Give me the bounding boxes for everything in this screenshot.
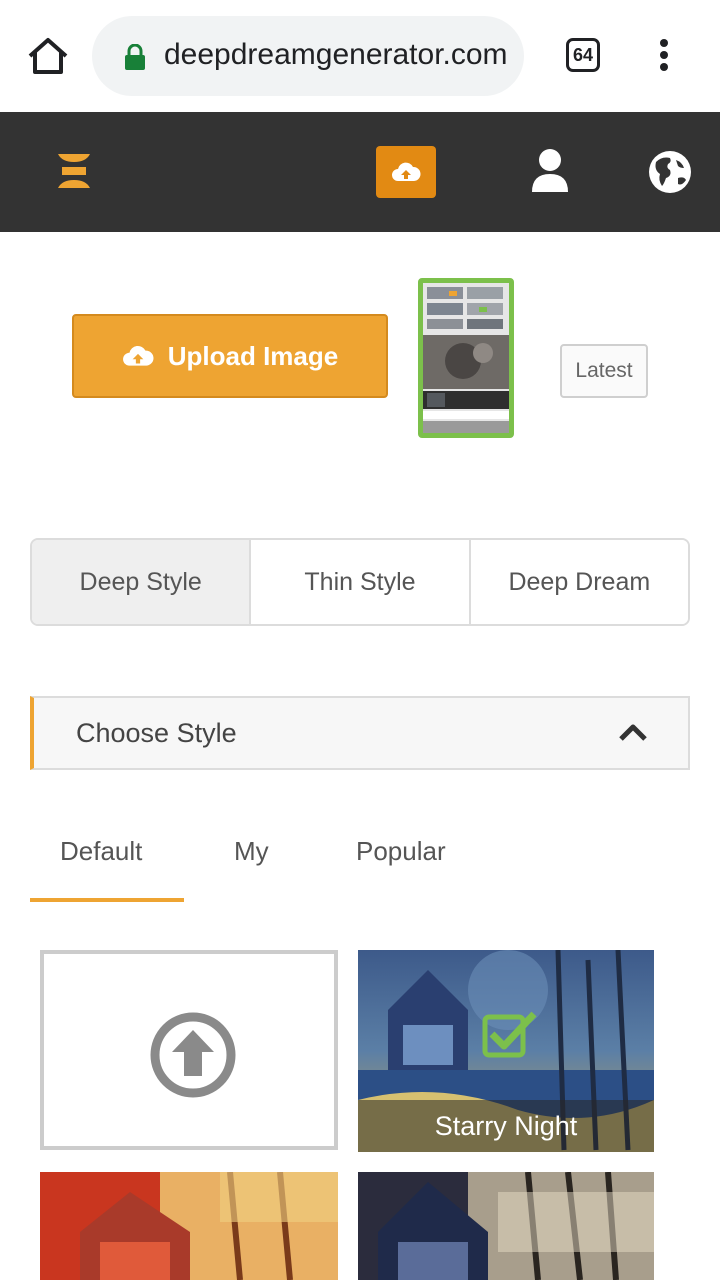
active-tab-indicator — [30, 898, 184, 902]
tab-my[interactable]: My — [234, 836, 269, 867]
address-bar[interactable]: deepdreamgenerator.com — [92, 16, 524, 96]
site-header — [0, 112, 720, 232]
tab-deep-dream[interactable]: Deep Dream — [468, 540, 688, 624]
selected-check-icon — [482, 1011, 537, 1058]
uploaded-image-thumbnail[interactable] — [418, 278, 514, 438]
style-name: Starry Night — [358, 1100, 654, 1152]
header-upload-button[interactable] — [376, 146, 436, 198]
autumn-style-image — [40, 1172, 338, 1280]
cloud-upload-icon — [392, 162, 421, 181]
choose-style-label: Choose Style — [76, 718, 237, 748]
home-icon[interactable] — [26, 36, 70, 76]
upload-image-button[interactable]: Upload Image — [72, 314, 388, 398]
tab-deep-style[interactable]: Deep Style — [32, 540, 250, 624]
url-text: deepdreamgenerator.com — [164, 38, 508, 71]
cloud-upload-icon — [122, 345, 154, 366]
upload-arrow-icon — [150, 1012, 236, 1098]
latest-button[interactable]: Latest — [560, 344, 648, 398]
upload-style-card[interactable] — [40, 950, 338, 1150]
upload-image-label: Upload Image — [167, 340, 339, 371]
tab-popular[interactable]: Popular — [356, 836, 446, 867]
chevron-up-icon[interactable] — [618, 722, 648, 742]
tab-default[interactable]: Default — [60, 836, 142, 867]
tab-switcher-button[interactable]: 64 — [566, 38, 600, 72]
overflow-menu-icon[interactable] — [652, 36, 676, 76]
style-card-autumn[interactable] — [40, 1172, 338, 1280]
logo-icon[interactable] — [56, 152, 92, 190]
style-card-monochrome[interactable] — [358, 1172, 654, 1280]
choose-style-header[interactable]: Choose Style — [30, 696, 690, 770]
browser-toolbar: deepdreamgenerator.com 64 — [0, 0, 720, 112]
lock-icon — [124, 43, 146, 70]
tab-thin-style[interactable]: Thin Style — [249, 540, 469, 624]
globe-icon[interactable] — [648, 150, 692, 194]
user-icon[interactable] — [530, 148, 570, 194]
monochrome-style-image — [358, 1172, 654, 1280]
mode-tab-group: Deep Style Thin Style Deep Dream — [30, 538, 690, 626]
style-card-starry-night[interactable]: Starry Night — [358, 950, 654, 1152]
